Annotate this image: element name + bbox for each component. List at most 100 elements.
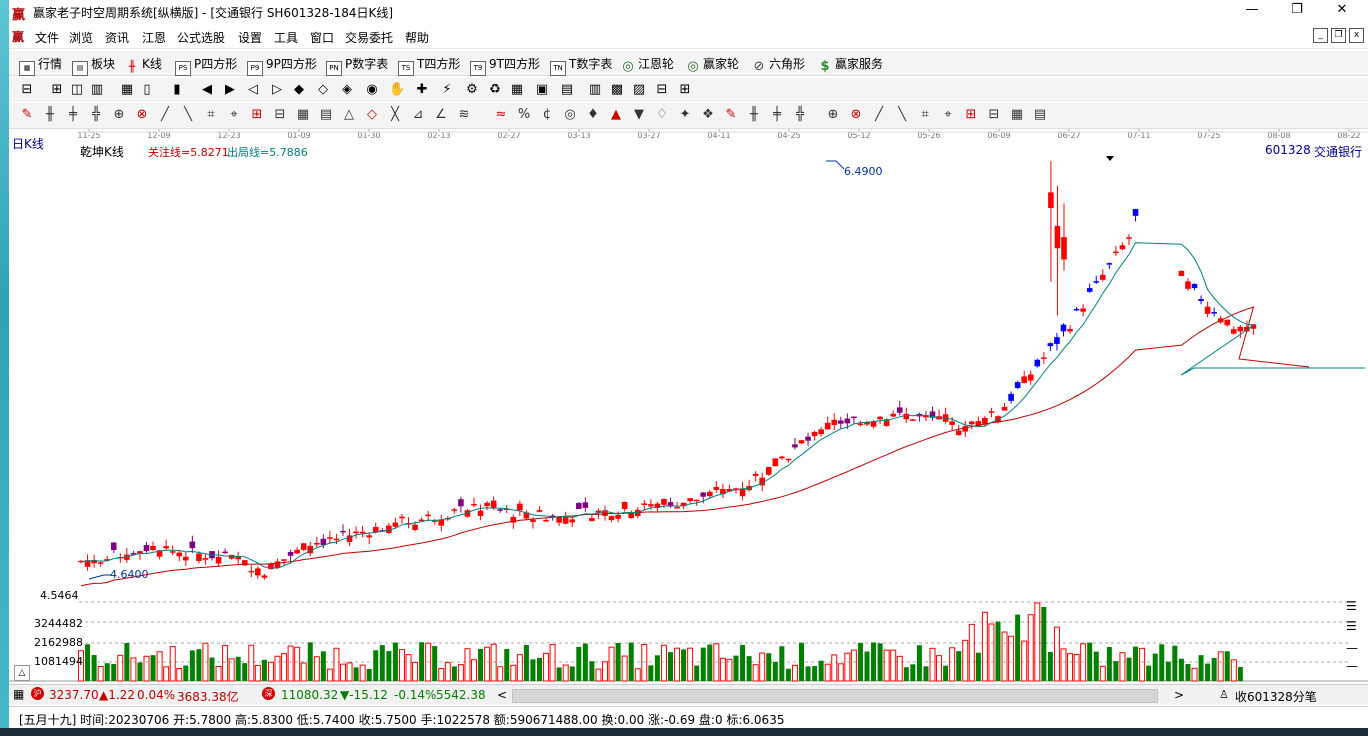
tool-icon-13[interactable]: ◇: [315, 82, 331, 98]
draw-tool-icon-5[interactable]: ⊕: [111, 107, 127, 123]
toolbar-service[interactable]: $ 赢家服务: [818, 55, 883, 73]
draw-tool-icon-33[interactable]: ╪: [769, 107, 785, 123]
tool-icon-27[interactable]: ⊟: [654, 82, 670, 98]
menu-browse[interactable]: 浏览: [69, 29, 93, 46]
draw-tool-icon-27[interactable]: ▼: [631, 107, 647, 123]
draw-tool-icon-34[interactable]: ╬: [792, 107, 808, 123]
mdi-app-icon[interactable]: 赢: [12, 28, 24, 45]
zoom-icon-3[interactable]: —: [1346, 641, 1358, 655]
toolbar-hexagon[interactable]: ⊘ 六角形: [752, 55, 805, 73]
draw-tool-icon-20[interactable]: ≋: [456, 107, 472, 123]
tool-icon-2[interactable]: ⊞: [49, 82, 65, 98]
tool-icon-9[interactable]: ▶: [222, 82, 238, 98]
toolbar-winner-wheel[interactable]: ◎ 赢家轮: [686, 55, 739, 73]
tool-icon-14[interactable]: ◈: [339, 82, 355, 98]
draw-tool-icon-19[interactable]: ∠: [433, 107, 449, 123]
draw-tool-icon-30[interactable]: ❖: [700, 107, 716, 123]
draw-tool-icon-17[interactable]: ╳: [387, 107, 403, 123]
menu-settings[interactable]: 设置: [238, 29, 262, 46]
tool-icon-4[interactable]: ▥: [89, 82, 105, 98]
draw-tool-icon-31[interactable]: ✎: [723, 107, 739, 123]
tool-icon-21[interactable]: ▦: [509, 82, 525, 98]
toolbar-gann-wheel[interactable]: ◎ 江恩轮: [621, 55, 674, 73]
draw-tool-icon-41[interactable]: ⊞: [963, 107, 979, 123]
toolbar-t-square[interactable]: TS T四方形: [398, 55, 460, 76]
tool-icon-24[interactable]: ▥: [587, 82, 603, 98]
draw-tool-icon-24[interactable]: ◎: [562, 107, 578, 123]
draw-tool-icon-3[interactable]: ╪: [65, 107, 81, 123]
horizontal-scrollbar[interactable]: [512, 689, 1158, 703]
menu-file[interactable]: 文件: [35, 29, 59, 46]
draw-tool-icon-9[interactable]: ⌗: [203, 107, 219, 123]
menu-help[interactable]: 帮助: [405, 29, 429, 46]
draw-tool-icon-40[interactable]: ⌖: [940, 107, 956, 123]
draw-tool-icon-10[interactable]: ⌖: [226, 107, 242, 123]
menu-gann[interactable]: 江恩: [142, 29, 166, 46]
draw-tool-icon-14[interactable]: ▤: [318, 107, 334, 123]
toolbar-blocks[interactable]: ▤ 板块: [72, 55, 115, 76]
tool-icon-28[interactable]: ⊞: [677, 82, 693, 98]
tick-detail-link[interactable]: 收601328分笔: [1235, 688, 1317, 705]
draw-tool-icon-26[interactable]: ▲: [608, 107, 624, 123]
zoom-icon-2[interactable]: ☰: [1346, 619, 1357, 633]
toolbar-p-square[interactable]: PS P四方形: [175, 55, 237, 76]
scroll-up-icon[interactable]: △: [14, 665, 30, 681]
toolbar-p-table[interactable]: PN P数字表: [326, 55, 388, 76]
tool-icon-8[interactable]: ◀: [199, 82, 215, 98]
draw-tool-icon-25[interactable]: ♦: [585, 107, 601, 123]
draw-tool-icon-7[interactable]: ╱: [157, 107, 173, 123]
toolbar-quotes[interactable]: ▦ 行情: [19, 55, 62, 76]
draw-tool-icon-22[interactable]: %: [516, 107, 532, 123]
tool-icon-11[interactable]: ▷: [269, 82, 285, 98]
scroll-left-button[interactable]: <: [497, 688, 507, 702]
draw-tool-icon-6[interactable]: ⊗: [134, 107, 150, 123]
draw-tool-icon-8[interactable]: ╲: [180, 107, 196, 123]
draw-tool-icon-42[interactable]: ⊟: [986, 107, 1002, 123]
tool-icon-19[interactable]: ⚙: [464, 82, 480, 98]
tool-icon-6[interactable]: ▯: [139, 82, 155, 98]
draw-tool-icon-43[interactable]: ▦: [1009, 107, 1025, 123]
draw-tool-icon-12[interactable]: ⊟: [272, 107, 288, 123]
tool-icon-3[interactable]: ◫: [69, 82, 85, 98]
close-button[interactable]: ✕: [1327, 2, 1357, 20]
toolbar-kline[interactable]: ╫ K线: [125, 55, 162, 73]
menu-tools[interactable]: 工具: [274, 29, 298, 46]
tool-icon-23[interactable]: ▤: [559, 82, 575, 98]
toolbar-t-table[interactable]: TN T数字表: [550, 55, 612, 76]
tool-icon-22[interactable]: ▣: [534, 82, 550, 98]
menu-info[interactable]: 资讯: [105, 29, 129, 46]
draw-tool-icon-13[interactable]: ▦: [295, 107, 311, 123]
tool-icon-25[interactable]: ▩: [609, 82, 625, 98]
maximize-button[interactable]: ❐: [1282, 2, 1312, 20]
tool-icon-10[interactable]: ◁: [245, 82, 261, 98]
draw-tool-icon-23[interactable]: ¢: [539, 107, 555, 123]
scroll-right-button[interactable]: >: [1174, 688, 1184, 702]
draw-tool-icon-37[interactable]: ╱: [871, 107, 887, 123]
draw-tool-icon-1[interactable]: ✎: [19, 107, 35, 123]
dropdown-marker-icon[interactable]: [1106, 156, 1114, 161]
tool-icon-26[interactable]: ▨: [631, 82, 647, 98]
draw-tool-icon-38[interactable]: ╲: [894, 107, 910, 123]
draw-tool-icon-15[interactable]: △: [341, 107, 357, 123]
tool-icon-18[interactable]: ⚡: [439, 82, 455, 98]
draw-tool-icon-2[interactable]: ╫: [42, 107, 58, 123]
tool-icon-1[interactable]: ⊟: [19, 82, 35, 98]
draw-tool-icon-21[interactable]: ≈: [493, 107, 509, 123]
tool-icon-12[interactable]: ◆: [291, 82, 307, 98]
menu-window[interactable]: 窗口: [310, 29, 334, 46]
draw-tool-icon-32[interactable]: ╫: [746, 107, 762, 123]
zoom-icon-4[interactable]: —: [1346, 659, 1358, 673]
draw-tool-icon-29[interactable]: ✦: [677, 107, 693, 123]
kline-chart-area[interactable]: 11-25 12-09 12-23 01-09 01-30 02-13 02-27 03-13…: [9, 129, 1368, 683]
draw-tool-icon-36[interactable]: ⊗: [848, 107, 864, 123]
draw-tool-icon-4[interactable]: ╬: [88, 107, 104, 123]
draw-tool-icon-28[interactable]: ♢: [654, 107, 670, 123]
draw-tool-icon-44[interactable]: ▤: [1032, 107, 1048, 123]
draw-tool-icon-18[interactable]: ⊿: [410, 107, 426, 123]
draw-tool-icon-35[interactable]: ⊕: [825, 107, 841, 123]
tool-icon-7[interactable]: ▮: [169, 82, 185, 98]
draw-tool-icon-11[interactable]: ⊞: [249, 107, 265, 123]
zoom-icon-1[interactable]: ☰: [1346, 599, 1357, 613]
keyboard-icon[interactable]: ▦: [13, 687, 24, 701]
mdi-close-button[interactable]: x: [1349, 28, 1364, 43]
